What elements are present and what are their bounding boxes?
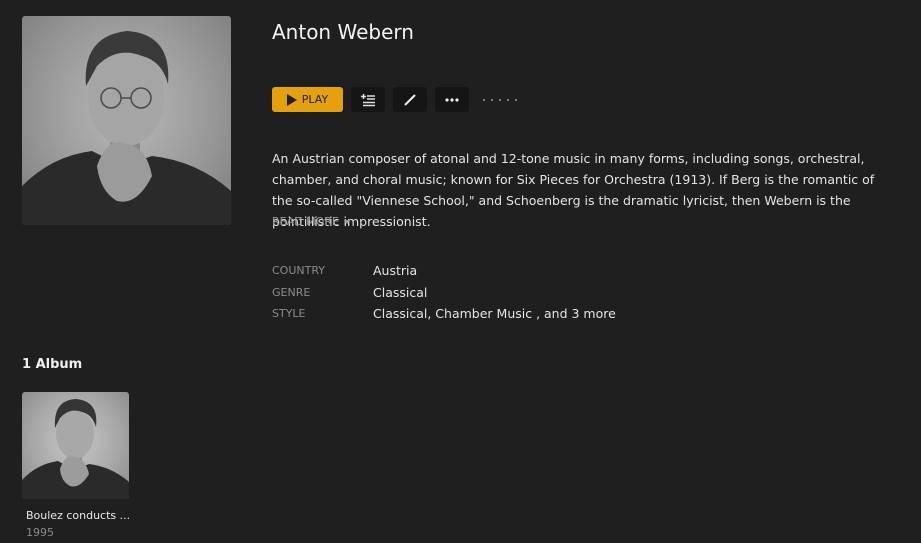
metadata-label: COUNTRY [272, 264, 325, 278]
rating-dot-icon[interactable] [491, 98, 493, 101]
rating-dot-icon[interactable] [499, 98, 501, 101]
metadata-label: GENRE [272, 285, 311, 299]
read-more-label: READ MORE [272, 215, 339, 228]
artist-name: Anton Webern [272, 20, 414, 44]
edit-button[interactable] [393, 87, 427, 112]
artist-toolbar: PLAY [272, 87, 517, 112]
albums-section-heading: 1 Album [22, 357, 83, 372]
metadata-row-country: COUNTRY Austria [272, 260, 616, 282]
rating-dot-icon[interactable] [515, 98, 517, 101]
metadata-value[interactable]: Classical [373, 285, 427, 300]
rating-dot-icon[interactable] [507, 98, 509, 101]
play-button[interactable]: PLAY [272, 87, 343, 112]
play-label: PLAY [301, 93, 329, 106]
caret-down-icon [343, 220, 350, 224]
add-to-queue-button[interactable] [351, 87, 385, 112]
add-to-queue-icon [361, 93, 375, 106]
artist-page: Anton Webern PLAY An Austrian composer o… [0, 0, 921, 543]
metadata-label: STYLE [272, 307, 306, 321]
artist-metadata: COUNTRY Austria GENRE Classical STYLE Cl… [272, 260, 616, 325]
metadata-row-genre: GENRE Classical [272, 282, 616, 304]
metadata-value[interactable]: Classical, Chamber Music , and 3 more [373, 306, 616, 321]
pencil-icon [404, 93, 416, 106]
rating-dot-icon[interactable] [483, 98, 485, 101]
artist-description: An Austrian composer of atonal and 12-to… [272, 151, 875, 229]
metadata-row-style: STYLE Classical, Chamber Music , and 3 m… [272, 303, 616, 325]
play-icon [286, 93, 297, 106]
read-more-link[interactable]: READ MORE [272, 215, 350, 228]
more-button[interactable] [435, 87, 469, 112]
metadata-value[interactable]: Austria [373, 263, 417, 278]
more-horizontal-icon [445, 97, 459, 102]
album-cover[interactable] [22, 392, 129, 499]
album-title[interactable]: Boulez conducts ... [26, 509, 130, 522]
album-year: 1995 [26, 526, 54, 539]
artist-photo[interactable] [22, 16, 231, 225]
star-rating[interactable] [483, 98, 517, 101]
